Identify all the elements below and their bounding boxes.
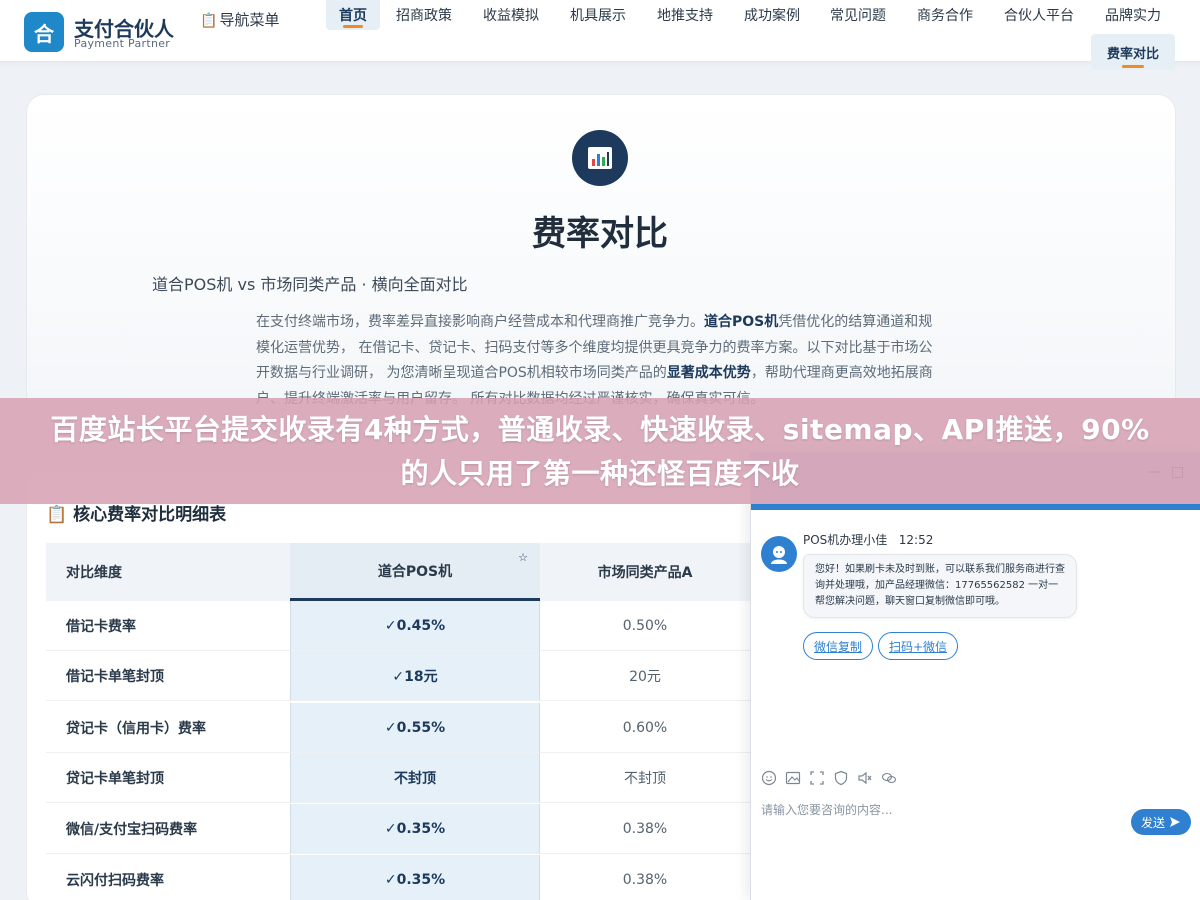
nav-item-field-support[interactable]: 地推支持 <box>649 0 721 30</box>
table-header-other: 市场同类产品A <box>540 543 750 601</box>
desc-part-1: 在支付终端市场，费率差异直接影响商户经营成本和代理商推广竞争力。 <box>256 314 704 330</box>
nav-menu-toggle[interactable]: 📋 导航菜单 <box>200 8 280 33</box>
agent-name-text: POS机办理小佳 <box>803 533 888 547</box>
table-cell-ours: ✓0.35% <box>290 855 540 900</box>
nav-item-business[interactable]: 商务合作 <box>909 0 981 30</box>
nav-item-partner-platform[interactable]: 合伙人平台 <box>996 0 1082 30</box>
nav-menu-label: 导航菜单 <box>219 11 280 29</box>
chat-message-bubble: 您好！如果刷卡未及时到账，可以联系我们服务商进行查询并处理哦，加产品经理微信：1… <box>803 554 1077 618</box>
mute-icon[interactable] <box>857 770 873 786</box>
table-title-text: 核心费率对比明细表 <box>73 505 227 525</box>
table-cell-other: 0.50% <box>540 601 750 651</box>
brand-tagline: Payment Partner <box>74 37 171 50</box>
screenshot-icon[interactable] <box>809 770 825 786</box>
image-icon[interactable] <box>785 770 801 786</box>
page-subtitle: 道合POS机 vs 市场同类产品 · 横向全面对比 <box>152 275 468 294</box>
table-cell-ours: ✓0.55% <box>290 703 540 753</box>
table-row-label: 贷记卡（信用卡）费率 <box>46 703 290 753</box>
clipboard-icon: 📋 <box>200 13 218 29</box>
shield-icon[interactable] <box>833 770 849 786</box>
page-title: 费率对比 <box>532 214 668 254</box>
chat-accent-bar <box>751 504 1200 510</box>
scan-wechat-button[interactable]: 扫码+微信 <box>878 632 958 660</box>
overlay-banner-text: 百度站长平台提交收录有4种方式，普通收录、快速收录、sitemap、API推送，… <box>50 413 1150 490</box>
table-cell-ours: ✓0.35% <box>290 804 540 854</box>
table-cell-other: 不封顶 <box>540 753 750 803</box>
send-label: 发送 <box>1140 815 1165 830</box>
agent-avatar-icon <box>761 536 797 572</box>
table-row-label: 云闪付扫码费率 <box>46 855 290 900</box>
table-cell-other: 0.60% <box>540 703 750 753</box>
table-cell-ours: 不封顶 <box>290 753 540 803</box>
send-arrow-icon <box>1170 817 1180 827</box>
chat-bubbles-icon[interactable] <box>881 770 897 786</box>
page-description: 在支付终端市场，费率差异直接影响商户经营成本和代理商推广竞争力。道合POS机凭借… <box>256 310 946 412</box>
site-header: 合 支付合伙人 Payment Partner 📋 导航菜单 首页 招商政策 收益… <box>0 0 1200 70</box>
agent-name: POS机办理小佳 12:52 <box>803 531 933 548</box>
nav-item-devices[interactable]: 机具展示 <box>562 0 634 30</box>
table-row-label: 借记卡费率 <box>46 601 290 651</box>
table-header-ours: 道合POS机 ☆ <box>290 543 540 601</box>
nav-item-faq[interactable]: 常见问题 <box>822 0 894 30</box>
table-row-label: 贷记卡单笔封顶 <box>46 753 290 803</box>
desc-brand: 道合POS机 <box>704 314 779 330</box>
logo-icon[interactable]: 合 <box>24 12 64 52</box>
nav-item-policy[interactable]: 招商政策 <box>388 0 460 30</box>
send-button[interactable]: 发送 <box>1131 809 1191 835</box>
table-cell-other: 0.38% <box>540 804 750 854</box>
chat-message-input[interactable]: 请输入您要咨询的内容... <box>761 801 892 818</box>
table-cell-ours: ✓18元 <box>290 651 540 701</box>
nav-item-profit-sim[interactable]: 收益模拟 <box>475 0 547 30</box>
table-cell-other: 0.38% <box>540 855 750 900</box>
desc-highlight: 显著成本优势 <box>666 365 751 381</box>
nav-item-cases[interactable]: 成功案例 <box>736 0 808 30</box>
nav-item-home[interactable]: 首页 <box>326 0 380 30</box>
table-row-label: 借记卡单笔封顶 <box>46 651 290 701</box>
nav-item-rate-compare[interactable]: 费率对比 <box>1091 34 1175 70</box>
chart-icon <box>572 130 628 186</box>
table-header-dimension: 对比维度 <box>46 543 290 601</box>
clipboard-icon: 📋 <box>46 505 68 525</box>
star-icon: ☆ <box>518 551 528 564</box>
table-row-label: 微信/支付宝扫码费率 <box>46 804 290 854</box>
chat-widget: — □ POS机办理小佳 12:52 您好！如果刷卡未及时到账，可以联系我们服务… <box>750 452 1200 900</box>
nav-item-brand[interactable]: 品牌实力 <box>1097 0 1169 30</box>
message-time: 12:52 <box>898 533 934 547</box>
copy-wechat-button[interactable]: 微信复制 <box>803 632 873 660</box>
emoji-icon[interactable] <box>761 770 777 786</box>
table-cell-other: 20元 <box>540 651 750 701</box>
table-header-ours-label: 道合POS机 <box>377 563 453 580</box>
table-cell-ours: ✓0.45% <box>290 601 540 651</box>
